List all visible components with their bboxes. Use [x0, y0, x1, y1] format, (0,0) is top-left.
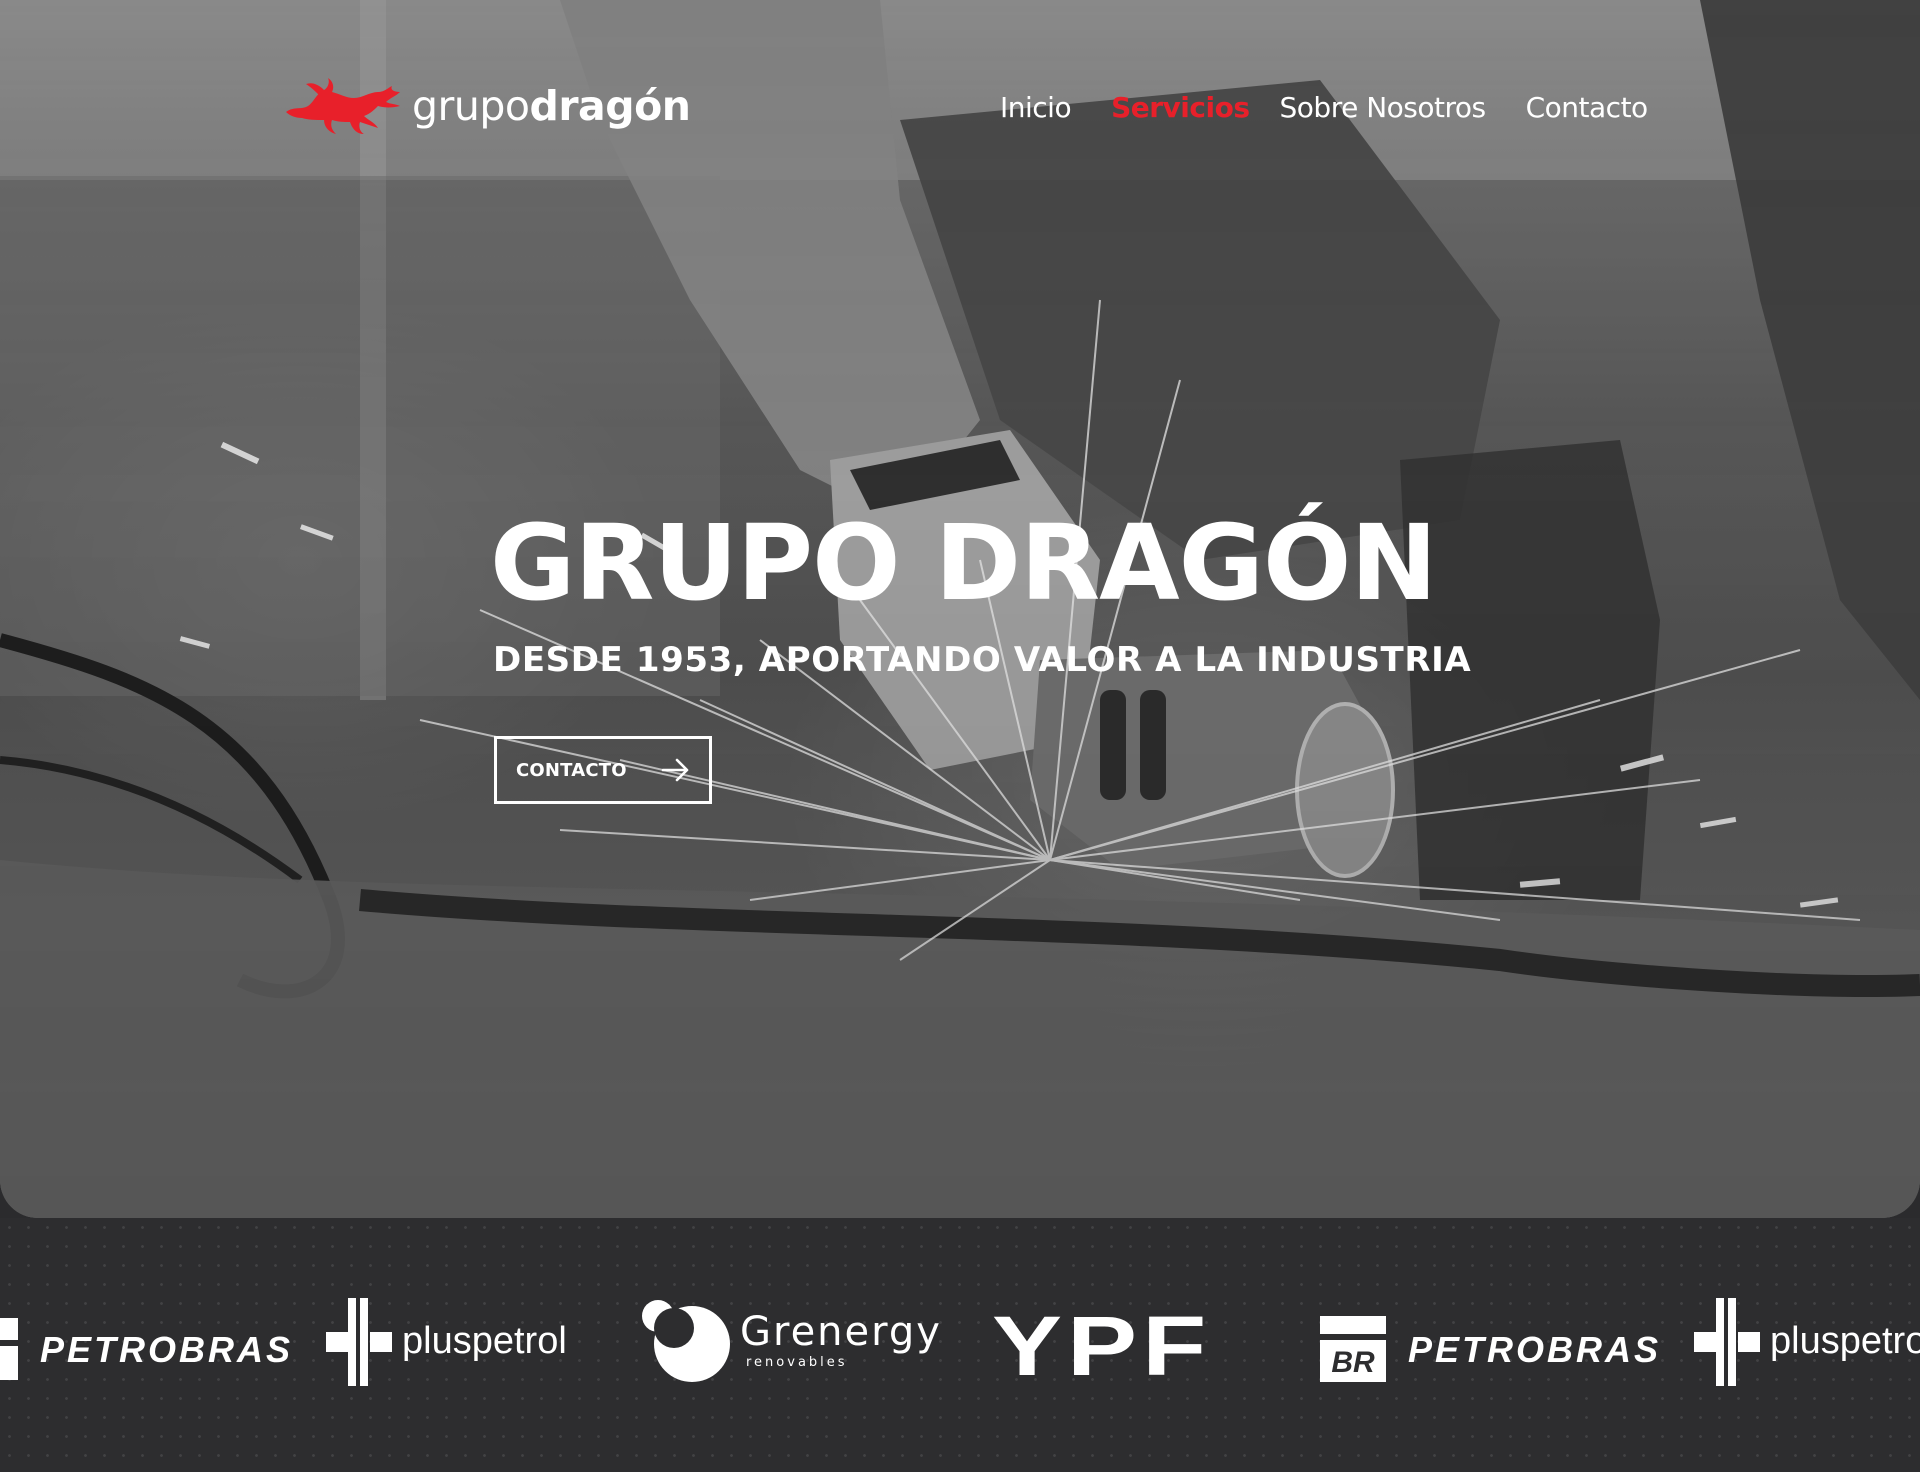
nav-item-servicios[interactable]: Servicios — [1111, 91, 1250, 124]
petrobras-br-badge-icon — [0, 1318, 18, 1380]
client-name-pluspetrol: pluspetrol — [402, 1320, 567, 1362]
logo-text-bold: dragón — [529, 81, 691, 130]
clients-logo-strip: PETROBRAS pluspetrol Grenergy renovables — [0, 1218, 1920, 1472]
logo-text: grupodragón — [412, 85, 691, 127]
grenergy-circles-icon — [642, 1300, 730, 1382]
client-name-grenergy: Grenergy — [740, 1309, 942, 1355]
client-logo-ypf: YPF — [992, 1304, 1242, 1390]
logo-text-light: grupo — [412, 81, 530, 130]
nav-item-sobre-nosotros[interactable]: Sobre Nosotros — [1280, 91, 1487, 124]
client-logo-pluspetrol-2: pluspetrol — [1694, 1298, 1920, 1388]
hero-title: GRUPO DRAGÓN — [490, 502, 1437, 624]
nav-item-contacto[interactable]: Contacto — [1526, 91, 1649, 124]
client-logo-pluspetrol: pluspetrol — [326, 1298, 576, 1388]
arrow-right-icon — [661, 758, 689, 782]
dragon-icon — [286, 78, 400, 134]
client-name-petrobras-2: PETROBRAS — [1408, 1329, 1662, 1370]
client-name-petrobras: PETROBRAS — [40, 1329, 294, 1370]
client-logo-petrobras-2: BR PETROBRAS — [1320, 1316, 1660, 1386]
client-sub-grenergy: renovables — [746, 1355, 848, 1370]
nav-item-inicio[interactable]: Inicio — [1000, 91, 1072, 124]
page: grupodragón Inicio Servicios Sobre Nosot… — [0, 0, 1920, 1472]
site-logo[interactable]: grupodragón — [284, 74, 691, 138]
client-name-pluspetrol-2: pluspetrol — [1770, 1320, 1920, 1362]
client-name-ypf: YPF — [992, 1299, 1212, 1393]
main-nav: Inicio Servicios Sobre Nosotros Contacto — [1000, 84, 1648, 130]
pluspetrol-mark-icon — [1694, 1298, 1760, 1386]
hero-section: grupodragón Inicio Servicios Sobre Nosot… — [0, 0, 1920, 1218]
petrobras-br-badge-icon: BR — [1320, 1316, 1386, 1382]
petrobras-badge-text: BR — [1331, 1346, 1375, 1379]
hero-subtitle: DESDE 1953, APORTANDO VALOR A LA INDUSTR… — [493, 640, 1472, 680]
contact-cta-label: CONTACTO — [516, 759, 627, 781]
client-logo-grenergy: Grenergy renovables — [640, 1298, 940, 1388]
client-logo-petrobras: PETROBRAS — [0, 1318, 290, 1388]
pluspetrol-mark-icon — [326, 1298, 392, 1386]
contact-cta-button[interactable]: CONTACTO — [494, 736, 712, 804]
